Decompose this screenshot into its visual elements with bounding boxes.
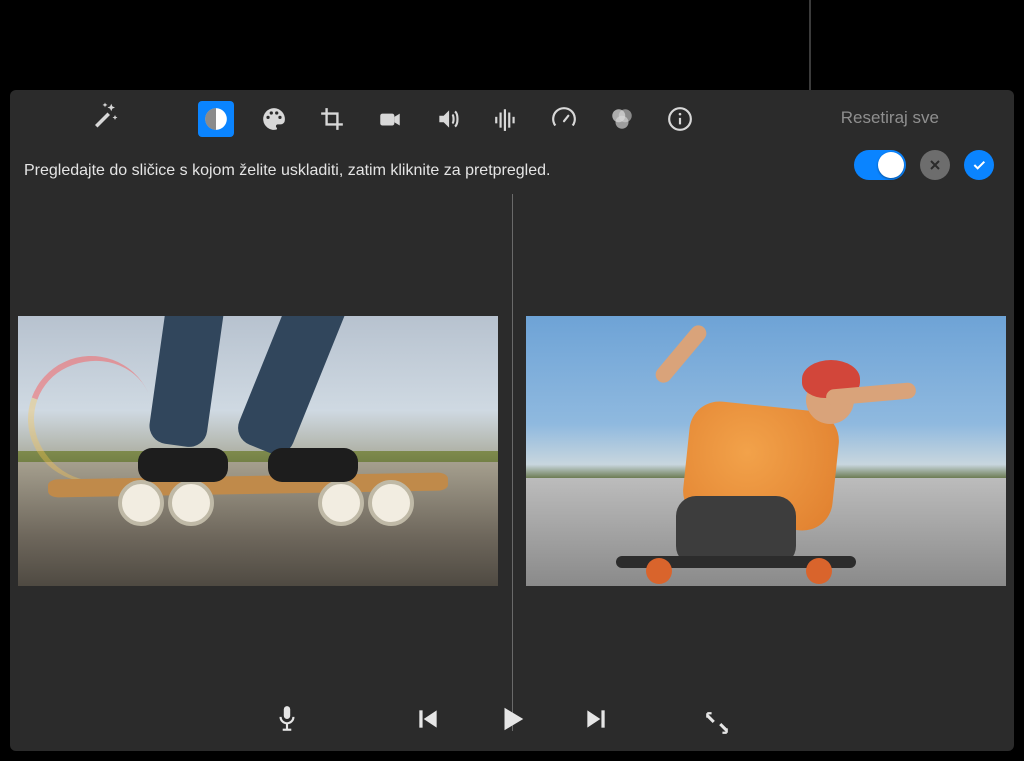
instruction-text: Pregledajte do sličice s kojom želite us… <box>24 162 550 180</box>
toggle-knob <box>878 152 904 178</box>
callout-line <box>809 0 811 102</box>
transport-bar <box>10 687 1014 751</box>
speed-tool[interactable] <box>546 101 582 137</box>
next-frame-button[interactable] <box>574 697 618 741</box>
record-voiceover-button[interactable] <box>265 697 309 741</box>
target-clip-preview[interactable] <box>526 316 1006 586</box>
close-icon <box>927 157 943 173</box>
color-balance-icon <box>203 106 229 132</box>
info-tool[interactable] <box>662 101 698 137</box>
instruction-row: Pregledajte do sličice s kojom želite us… <box>10 148 1014 194</box>
crop-tool[interactable] <box>314 101 350 137</box>
adjustments-toolbar: Resetiraj sve <box>10 90 1014 148</box>
color-correction-tool[interactable] <box>256 101 292 137</box>
confirm-button[interactable] <box>964 150 994 180</box>
skip-forward-icon <box>583 706 609 732</box>
previous-frame-button[interactable] <box>406 697 450 741</box>
microphone-icon <box>274 704 300 734</box>
cancel-button[interactable] <box>920 150 950 180</box>
info-icon <box>667 106 693 132</box>
filters-tool[interactable] <box>604 101 640 137</box>
noise-reduction-tool[interactable] <box>488 101 524 137</box>
play-button[interactable] <box>490 697 534 741</box>
volume-tool[interactable] <box>430 101 466 137</box>
source-clip-preview[interactable] <box>18 316 498 586</box>
editor-window: Resetiraj sve Pregledajte do sličice s k… <box>10 90 1014 751</box>
tool-group <box>198 101 698 137</box>
speedometer-icon <box>551 106 577 132</box>
fullscreen-icon <box>704 710 730 736</box>
camera-icon <box>377 106 403 132</box>
volume-icon <box>435 106 461 132</box>
equalizer-icon <box>493 106 519 132</box>
palette-icon <box>261 106 287 132</box>
enable-toggle[interactable] <box>854 150 906 180</box>
stabilization-tool[interactable] <box>372 101 408 137</box>
adjustment-controls <box>854 150 994 180</box>
magic-wand-icon <box>90 100 120 130</box>
fullscreen-button[interactable] <box>695 701 739 745</box>
reset-all-button[interactable]: Resetiraj sve <box>841 108 939 128</box>
magic-wand-button[interactable] <box>90 100 120 135</box>
color-balance-tool[interactable] <box>198 101 234 137</box>
check-icon <box>971 157 987 173</box>
crop-icon <box>319 106 345 132</box>
play-icon <box>497 704 527 734</box>
preview-area <box>10 194 1014 687</box>
filters-icon <box>609 106 635 132</box>
skip-back-icon <box>415 706 441 732</box>
preview-divider <box>512 194 513 731</box>
